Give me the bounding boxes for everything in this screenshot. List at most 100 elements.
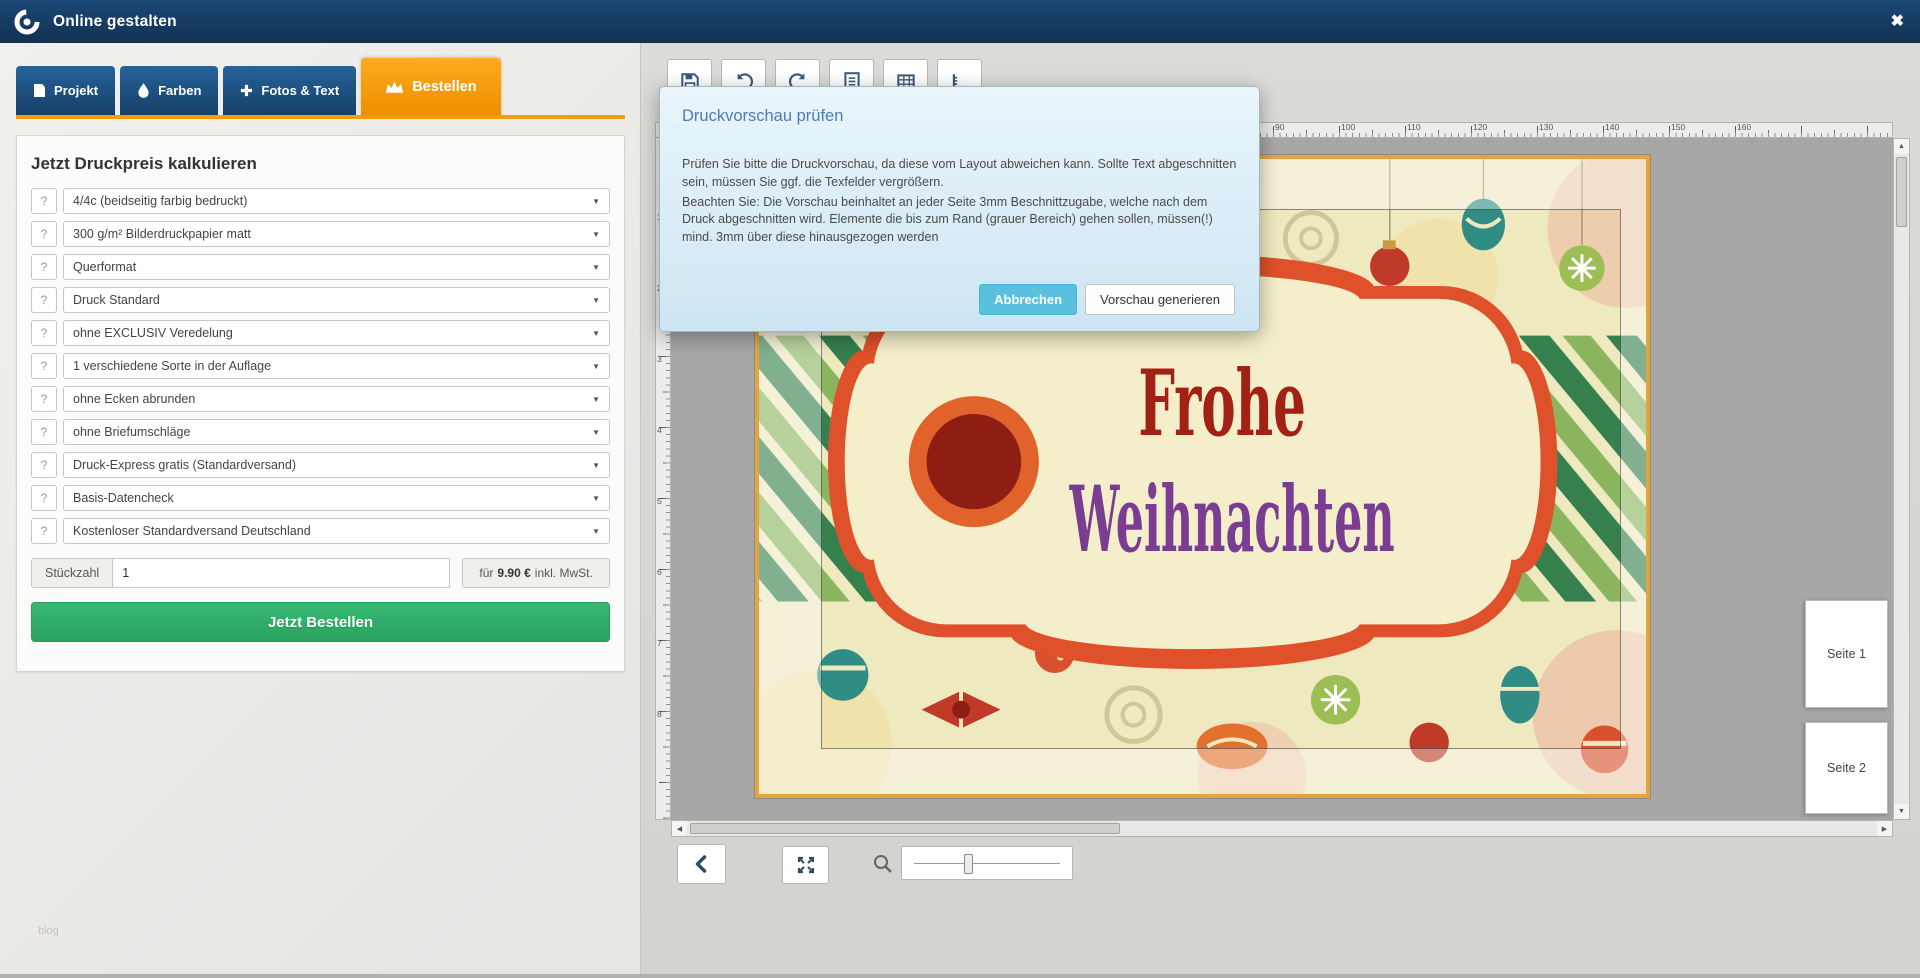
- price-value: 9.90 €: [497, 566, 530, 580]
- select-value: Querformat: [73, 260, 136, 274]
- tab-projekt[interactable]: Projekt: [16, 66, 115, 115]
- option-row: ? Druck-Express gratis (Standardversand)…: [31, 452, 610, 478]
- option-row: ? Druck Standard ▼: [31, 287, 610, 313]
- option-row: ? ohne EXCLUSIV Veredelung ▼: [31, 320, 610, 346]
- back-button[interactable]: [677, 844, 726, 884]
- tab-label: Projekt: [54, 83, 98, 98]
- ruler-tick-label: 110: [1405, 123, 1471, 132]
- cancel-button[interactable]: Abbrechen: [979, 284, 1077, 315]
- close-icon[interactable]: ✖: [1891, 11, 1904, 31]
- scroll-up-icon[interactable]: ▲: [1894, 139, 1909, 154]
- chevron-left-icon: [692, 854, 712, 874]
- help-button[interactable]: ?: [31, 353, 57, 379]
- option-select[interactable]: 300 g/m² Bilderdruckpapier matt ▼: [63, 221, 610, 247]
- select-value: Druck-Express gratis (Standardversand): [73, 458, 296, 472]
- zoom-slider[interactable]: [901, 846, 1073, 880]
- page-thumbnail-2[interactable]: Seite 2: [1805, 722, 1888, 814]
- ruler-tick-label: 6: [656, 567, 670, 638]
- title-bar: Online gestalten ✖: [0, 0, 1920, 43]
- help-button[interactable]: ?: [31, 518, 57, 544]
- option-row: ? 1 verschiedene Sorte in der Auflage ▼: [31, 353, 610, 379]
- scroll-left-icon[interactable]: ◀: [672, 821, 687, 836]
- option-select[interactable]: Basis-Datencheck ▼: [63, 485, 610, 511]
- ruler-tick-label: 90: [1273, 123, 1339, 132]
- chevron-down-icon: ▼: [592, 197, 600, 206]
- vertical-scroll-thumb[interactable]: [1896, 157, 1907, 227]
- help-button[interactable]: ?: [31, 452, 57, 478]
- option-select[interactable]: Druck-Express gratis (Standardversand) ▼: [63, 452, 610, 478]
- document-icon: [33, 83, 46, 98]
- tab-fotos-text[interactable]: Fotos & Text: [223, 66, 356, 115]
- quantity-input[interactable]: [112, 558, 450, 588]
- help-button[interactable]: ?: [31, 188, 57, 214]
- chevron-down-icon: ▼: [592, 527, 600, 536]
- tab-label: Bestellen: [412, 79, 476, 95]
- option-select[interactable]: Druck Standard ▼: [63, 287, 610, 313]
- vertical-scrollbar[interactable]: ▲ ▼: [1893, 138, 1910, 820]
- chevron-down-icon: ▼: [592, 395, 600, 404]
- option-select[interactable]: Querformat ▼: [63, 254, 610, 280]
- tab-farben[interactable]: Farben: [120, 66, 218, 115]
- help-button[interactable]: ?: [31, 287, 57, 313]
- crown-icon: [385, 80, 404, 94]
- tab-bestellen[interactable]: Bestellen: [361, 58, 500, 115]
- zoom-slider-track: [914, 863, 1060, 864]
- option-select[interactable]: ohne EXCLUSIV Veredelung ▼: [63, 320, 610, 346]
- page-thumbnail-label: Seite 1: [1827, 647, 1866, 661]
- option-select[interactable]: ohne Briefumschläge ▼: [63, 419, 610, 445]
- option-row: ? Basis-Datencheck ▼: [31, 485, 610, 511]
- window-bottom-edge: [0, 974, 1920, 978]
- watermark-text: blog: [38, 925, 59, 937]
- option-select[interactable]: 1 verschiedene Sorte in der Auflage ▼: [63, 353, 610, 379]
- chevron-down-icon: ▼: [592, 461, 600, 470]
- help-button[interactable]: ?: [31, 254, 57, 280]
- expand-icon: [796, 855, 816, 875]
- select-value: 1 verschiedene Sorte in der Auflage: [73, 359, 271, 373]
- order-button[interactable]: Jetzt Bestellen: [31, 602, 610, 642]
- app-title: Online gestalten: [53, 13, 177, 31]
- generate-preview-button[interactable]: Vorschau generieren: [1085, 284, 1235, 315]
- help-button[interactable]: ?: [31, 320, 57, 346]
- option-list: ? 4/4c (beidseitig farbig bedruckt) ▼ ? …: [31, 188, 610, 544]
- option-select[interactable]: ohne Ecken abrunden ▼: [63, 386, 610, 412]
- select-value: 4/4c (beidseitig farbig bedruckt): [73, 194, 247, 208]
- page-thumbnail-1[interactable]: Seite 1: [1805, 600, 1888, 708]
- ruler-tick-label: 150: [1669, 123, 1735, 132]
- scroll-down-icon[interactable]: ▼: [1894, 804, 1909, 819]
- help-button[interactable]: ?: [31, 485, 57, 511]
- scroll-right-icon[interactable]: ▶: [1877, 821, 1892, 836]
- quantity-label: Stückzahl: [31, 558, 112, 588]
- fit-to-screen-button[interactable]: [782, 846, 829, 884]
- select-value: Druck Standard: [73, 293, 160, 307]
- card-text-line2[interactable]: Weihnachten: [1069, 467, 1395, 573]
- print-preview-dialog: Druckvorschau prüfen Prüfen Sie bitte di…: [659, 86, 1260, 332]
- dialog-body: Prüfen Sie bitte die Druckvorschau, da d…: [682, 156, 1242, 247]
- chevron-down-icon: ▼: [592, 494, 600, 503]
- option-select[interactable]: 4/4c (beidseitig farbig bedruckt) ▼: [63, 188, 610, 214]
- horizontal-scrollbar[interactable]: ◀ ▶: [671, 820, 1893, 837]
- help-button[interactable]: ?: [31, 221, 57, 247]
- help-button[interactable]: ?: [31, 419, 57, 445]
- horizontal-scroll-thumb[interactable]: [690, 823, 1120, 834]
- ruler-tick-label: 140: [1603, 123, 1669, 132]
- tab-label: Farben: [158, 83, 201, 98]
- dialog-title: Druckvorschau prüfen: [682, 107, 1237, 126]
- paint-drop-icon: [137, 83, 150, 98]
- help-button[interactable]: ?: [31, 386, 57, 412]
- select-value: ohne Briefumschläge: [73, 425, 190, 439]
- ruler-tick-label: 100: [1339, 123, 1405, 132]
- option-row: ? ohne Briefumschläge ▼: [31, 419, 610, 445]
- ruler-tick-label: 4: [656, 425, 670, 496]
- ruler-tick-label: 120: [1471, 123, 1537, 132]
- select-value: Basis-Datencheck: [73, 491, 174, 505]
- select-value: ohne Ecken abrunden: [73, 392, 195, 406]
- chevron-down-icon: ▼: [592, 230, 600, 239]
- tab-underline: [16, 115, 625, 119]
- option-select[interactable]: Kostenloser Standardversand Deutschland …: [63, 518, 610, 544]
- option-row: ? ohne Ecken abrunden ▼: [31, 386, 610, 412]
- chevron-down-icon: ▼: [592, 263, 600, 272]
- tab-bar: Projekt Farben Fotos & Text Bestellen: [16, 66, 501, 115]
- zoom-slider-handle[interactable]: [964, 854, 973, 874]
- card-text-line1[interactable]: Frohe: [1138, 351, 1306, 457]
- ruler-tick-label: 7: [656, 638, 670, 709]
